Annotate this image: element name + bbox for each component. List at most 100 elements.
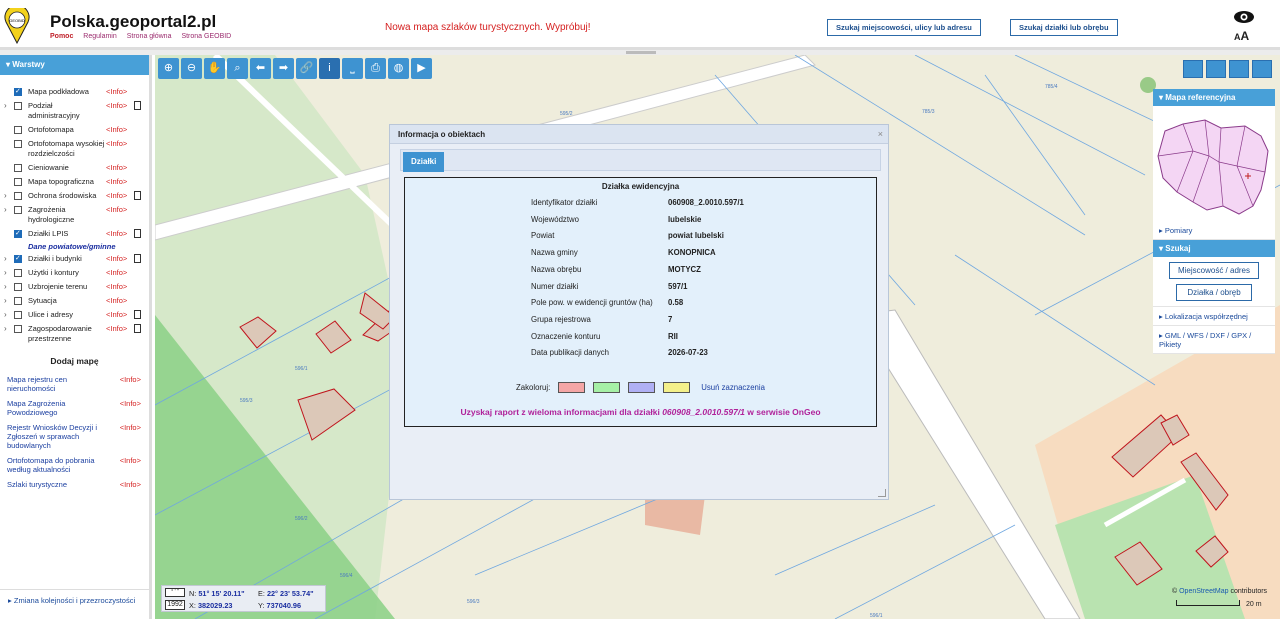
extra-map-info-link[interactable]: <Info> [120,399,141,417]
chevron-right-icon[interactable]: › [4,101,14,111]
search-parcel-panel-button[interactable]: Działka / obręb [1176,284,1252,301]
search-section-header[interactable]: ▾ Szukaj [1153,240,1275,257]
swatch-red[interactable] [558,382,586,393]
ref-map-header[interactable]: ▾ Mapa referencyjna [1153,89,1275,106]
forward-arrow-icon[interactable]: ➡ [273,58,294,79]
layer-row[interactable]: › Uzbrojenie terenu <Info> [0,280,149,294]
chevron-right-icon[interactable]: › [4,268,14,278]
layer-row[interactable]: › Użytki i kontury <Info> [0,266,149,280]
search-locality-button[interactable]: Miejscowość / adres [1169,262,1259,279]
formats-section[interactable]: ▸ GML / WFS / DXF / GPX / Pikiety [1153,326,1275,354]
pan-hand-icon[interactable]: ✋ [204,58,225,79]
layer-row[interactable]: Mapa topograficzna <Info> [0,175,149,189]
dialog-title[interactable]: Informacja o obiektach [390,125,888,144]
swatch-yellow[interactable] [663,382,691,393]
export-icon[interactable] [1229,60,1249,78]
back-arrow-icon[interactable]: ⬅ [250,58,271,79]
layer-row[interactable]: › Podział administracyjny <Info> [0,99,149,123]
layer-info-link[interactable]: <Info> [106,229,132,239]
globe-icon[interactable]: ◍ [388,58,409,79]
document-icon[interactable] [134,101,141,110]
layer-row[interactable]: › Zagospodarowanie przestrzenne <Info> [0,322,149,346]
geobid-link[interactable]: Strona GEOBID [181,33,231,40]
clear-selection-link[interactable]: Usuń zaznaczenia [701,383,765,392]
zoom-box-icon[interactable]: ⌕ [227,58,248,79]
measure-icon[interactable]: ⎵ [342,58,363,79]
extra-map-link[interactable]: Ortofotomapa do pobrania według aktualno… [7,456,112,474]
reference-map[interactable] [1153,106,1275,221]
swatch-green[interactable] [593,382,621,393]
extra-map-info-link[interactable]: <Info> [120,480,141,489]
layer-checkbox[interactable] [14,229,22,239]
document-icon[interactable] [134,229,141,238]
layer-row[interactable]: › Zagrożenia hydrologiczne <Info> [0,203,149,227]
extra-map-link[interactable]: Mapa Zagrożenia Powodziowego [7,399,112,417]
video-icon[interactable]: ▶ [411,58,432,79]
extra-map-info-link[interactable]: <Info> [120,423,141,450]
layer-info-link[interactable]: <Info> [106,254,132,264]
layout-split-icon[interactable] [1206,60,1226,78]
resize-handle[interactable] [878,489,886,497]
layer-checkbox[interactable] [14,269,22,277]
document-icon[interactable] [134,324,141,333]
layer-checkbox[interactable] [14,206,22,214]
extra-map-info-link[interactable]: <Info> [120,375,141,393]
layer-info-link[interactable]: <Info> [106,191,132,201]
search-address-button[interactable]: Szukaj miejscowości, ulicy lub adresu [827,19,981,36]
home-link[interactable]: Strona główna [127,33,172,40]
help-link[interactable]: Pomoc [50,33,73,40]
chevron-right-icon[interactable]: › [4,191,14,201]
layer-row[interactable]: Ortofotomapa <Info> [0,123,149,137]
layer-info-link[interactable]: <Info> [106,87,132,97]
osm-link[interactable]: OpenStreetMap [1179,588,1228,595]
layer-checkbox[interactable] [14,297,22,305]
layer-row[interactable]: › Działki i budynki <Info> [0,252,149,266]
link-icon[interactable]: 🔗 [296,58,317,79]
layer-row[interactable]: Cieniowanie <Info> [0,161,149,175]
layers-header[interactable]: ▾ Warstwy [0,55,149,75]
layer-row[interactable]: Działki LPIS <Info> [0,227,149,241]
chevron-right-icon[interactable]: › [4,282,14,292]
layer-info-link[interactable]: <Info> [106,268,132,278]
layer-row[interactable]: › Ochrona środowiska <Info> [0,189,149,203]
layer-checkbox[interactable] [14,126,22,134]
document-icon[interactable] [134,191,141,200]
layer-checkbox[interactable] [14,283,22,291]
layer-row[interactable]: Ortofotomapa wysokiej rozdzielczości <Inf… [0,137,149,161]
terms-link[interactable]: Regulamin [83,33,116,40]
eye-icon[interactable] [1233,10,1255,24]
collapse-panel-icon[interactable] [1252,60,1272,78]
dms-format-toggle[interactable]: ° ' " [165,588,185,597]
layer-checkbox[interactable] [14,87,22,97]
layout-full-icon[interactable] [1183,60,1203,78]
extra-map-item[interactable]: Ortofotomapa do pobrania według aktualno… [0,453,149,477]
chevron-right-icon[interactable]: › [4,205,14,215]
close-icon[interactable]: × [878,129,883,139]
extra-map-item[interactable]: Mapa rejestru cen nieruchomości <Info> [0,372,149,396]
tab-dzialki[interactable]: Działki [403,152,445,172]
layer-row[interactable]: › Ulice i adresy <Info> [0,308,149,322]
layer-checkbox[interactable] [14,140,22,148]
geobid-logo-icon[interactable]: GEOBID [4,8,30,44]
layer-info-link[interactable]: <Info> [106,282,132,292]
extra-map-item[interactable]: Szlaki turystyczne <Info> [0,477,149,492]
info-icon[interactable]: i [319,58,340,79]
layer-info-link[interactable]: <Info> [106,324,132,334]
extra-map-info-link[interactable]: <Info> [120,456,141,474]
chevron-right-icon[interactable]: › [4,310,14,320]
layer-checkbox[interactable] [14,178,22,186]
extra-map-link[interactable]: Rejestr Wniosków Decyzji i Zgłoszeń w sp… [7,423,112,450]
ongeo-report-link[interactable]: Uzyskaj raport z wieloma informacjami dl… [405,407,876,417]
chevron-right-icon[interactable]: › [4,296,14,306]
layer-info-link[interactable]: <Info> [106,139,132,149]
document-icon[interactable] [134,254,141,263]
layer-info-link[interactable]: <Info> [106,205,132,215]
splitter-grip[interactable] [626,51,656,54]
layer-info-link[interactable]: <Info> [106,163,132,173]
document-icon[interactable] [134,310,141,319]
font-size-toggle[interactable]: AA [1234,29,1249,43]
layer-row[interactable]: Mapa podkładowa <Info> [0,85,149,99]
chevron-right-icon[interactable]: › [4,324,14,334]
extra-map-link[interactable]: Mapa rejestru cen nieruchomości [7,375,112,393]
swatch-blue[interactable] [628,382,656,393]
